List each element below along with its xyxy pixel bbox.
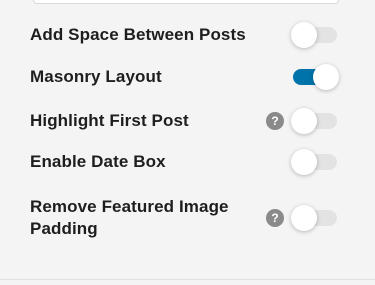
add-space-between-posts-toggle[interactable] — [291, 22, 337, 48]
question-circle-icon[interactable]: ? — [266, 112, 284, 130]
settings-panel: Add Space Between Posts Masonry Layout H… — [0, 0, 375, 285]
setting-row-highlight-first-post: Highlight First Post ? — [30, 108, 340, 134]
masonry-layout-toggle[interactable] — [293, 64, 339, 90]
toggle-knob — [291, 205, 317, 231]
toggle-knob — [291, 108, 317, 134]
toggle-knob — [291, 149, 317, 175]
setting-row-masonry-layout: Masonry Layout — [30, 64, 340, 90]
highlight-first-post-toggle[interactable] — [291, 108, 337, 134]
setting-label: Masonry Layout — [30, 67, 162, 86]
setting-label: Highlight First Post — [30, 111, 189, 130]
setting-label: Add Space Between Posts — [30, 25, 246, 44]
toggle-knob — [291, 22, 317, 48]
question-circle-icon[interactable]: ? — [266, 209, 284, 227]
setting-label: Enable Date Box — [30, 152, 166, 171]
setting-row-add-space-between-posts: Add Space Between Posts — [30, 22, 340, 48]
setting-row-enable-date-box: Enable Date Box — [30, 149, 340, 175]
enable-date-box-toggle[interactable] — [291, 149, 337, 175]
remove-featured-image-padding-toggle[interactable] — [291, 205, 337, 231]
toggle-knob — [313, 64, 339, 90]
setting-row-remove-featured-image-padding: Remove Featured Image Padding ? — [30, 196, 340, 240]
top-field-edge — [33, 0, 339, 4]
setting-label: Remove Featured Image Padding — [30, 197, 229, 238]
divider — [0, 279, 375, 280]
